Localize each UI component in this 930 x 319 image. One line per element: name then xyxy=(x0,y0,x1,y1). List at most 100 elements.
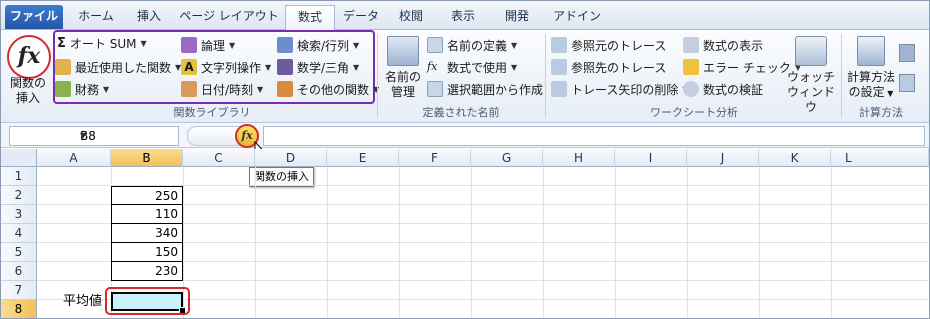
function-library-group-label: 関数ライブラリ xyxy=(173,106,251,119)
column-header[interactable]: G xyxy=(471,149,543,167)
chevron-down-icon: ▼ xyxy=(265,62,272,72)
more-functions-button[interactable]: その他の関数▼ xyxy=(277,79,379,99)
datetime-button[interactable]: 日付/時刻 ▼ xyxy=(181,79,263,99)
warning-icon xyxy=(683,59,699,75)
row-header[interactable]: 6 xyxy=(1,262,37,281)
row-header[interactable]: 7 xyxy=(1,281,37,300)
gridline xyxy=(831,167,832,318)
grid-icon xyxy=(427,81,443,97)
ribbon-tab-bar: ファイル ホーム 挿入 ページ レイアウト 数式 データ 校閲 表示 開発 アド… xyxy=(1,1,929,31)
insert-function-label: 関数の 挿入 xyxy=(9,76,46,105)
trace-precedents-icon xyxy=(551,37,567,53)
column-header[interactable]: F xyxy=(399,149,471,167)
column-header[interactable]: B xyxy=(111,149,183,167)
logical-button[interactable]: 論理 ▼ xyxy=(181,35,235,55)
chevron-down-icon: ▼ xyxy=(140,38,147,48)
chevron-down-icon[interactable]: ▼ xyxy=(80,127,174,145)
chevron-down-icon: ▼ xyxy=(229,40,236,50)
insert-function-button[interactable]: fx xyxy=(7,35,51,79)
formula-auditing-group-label: ワークシート分析 xyxy=(650,106,738,119)
remove-arrows-button[interactable]: トレース矢印の削除▼ xyxy=(551,79,689,99)
column-header[interactable]: H xyxy=(543,149,615,167)
trace-precedents-button[interactable]: 参照元のトレース xyxy=(551,35,666,55)
cell-b2[interactable]: 250 xyxy=(111,186,183,205)
text-a-icon: A xyxy=(181,59,197,75)
row-header[interactable]: 4 xyxy=(1,224,37,243)
tab-addins[interactable]: アドイン xyxy=(545,5,609,29)
column-header[interactable]: C xyxy=(183,149,255,167)
financial-button[interactable]: 財務 ▼ xyxy=(55,79,109,99)
tag-icon xyxy=(427,37,443,53)
tab-formulas[interactable]: 数式 xyxy=(285,5,335,31)
calculator-icon xyxy=(857,36,885,66)
chevron-down-icon: ▼ xyxy=(103,84,110,94)
evaluate-icon xyxy=(683,81,699,97)
select-all-button[interactable] xyxy=(1,149,37,167)
math-book-icon xyxy=(277,59,293,75)
defined-names-group-label: 定義された名前 xyxy=(422,106,500,119)
group-separator xyxy=(377,34,378,118)
row-header[interactable]: 5 xyxy=(1,243,37,262)
define-name-button[interactable]: 名前の定義 ▼ xyxy=(427,35,517,55)
lookup-reference-button[interactable]: 検索/行列 ▼ xyxy=(277,35,359,55)
tab-view[interactable]: 表示 xyxy=(439,5,487,29)
chevron-down-icon: ▼ xyxy=(511,40,518,50)
more-book-icon xyxy=(277,81,293,97)
name-manager-button[interactable]: 名前の 管理 xyxy=(381,70,425,100)
evaluate-formula-button[interactable]: 数式の検証 xyxy=(683,79,763,99)
column-header[interactable]: L xyxy=(831,149,929,167)
gridline xyxy=(327,167,328,318)
tab-developer[interactable]: 開発 xyxy=(493,5,541,29)
gridline xyxy=(759,167,760,318)
formula-input[interactable] xyxy=(263,126,925,146)
create-from-selection-button[interactable]: 選択範囲から作成 xyxy=(427,79,543,99)
text-functions-button[interactable]: A 文字列操作 ▼ xyxy=(181,57,271,77)
recent-functions-button[interactable]: 最近使用した関数 ▼ xyxy=(55,57,181,77)
calculation-options-button[interactable]: 計算方法 の設定 ▼ xyxy=(843,70,899,101)
logical-book-icon xyxy=(181,37,197,53)
column-header[interactable]: E xyxy=(327,149,399,167)
remove-arrows-icon xyxy=(551,81,567,97)
calculate-sheet-icon[interactable] xyxy=(899,74,915,92)
cell-b3[interactable]: 110 xyxy=(111,205,183,224)
calculate-now-icon[interactable] xyxy=(899,44,915,62)
math-trig-button[interactable]: 数学/三角 ▼ xyxy=(277,57,359,77)
name-box[interactable]: B8 ▼ xyxy=(9,126,179,146)
tab-home[interactable]: ホーム xyxy=(67,5,125,29)
chevron-down-icon: ▼ xyxy=(511,62,518,72)
column-header[interactable]: A xyxy=(37,149,111,167)
tab-page-layout[interactable]: ページ レイアウト xyxy=(177,5,281,29)
highlight-box xyxy=(105,287,190,315)
spreadsheet-grid[interactable]: A B C D E F G H I J K L 1 2 3 4 5 6 7 8 xyxy=(1,149,929,318)
group-separator xyxy=(841,34,842,118)
chevron-down-icon: ▼ xyxy=(353,40,360,50)
row-header[interactable]: 1 xyxy=(1,167,37,186)
show-formulas-button[interactable]: 数式の表示 xyxy=(683,35,763,55)
column-header[interactable]: D xyxy=(255,149,327,167)
row-header[interactable]: 8 xyxy=(1,300,37,318)
tab-file[interactable]: ファイル xyxy=(5,5,63,29)
row-header[interactable]: 2 xyxy=(1,186,37,205)
cell-b5[interactable]: 150 xyxy=(111,243,183,262)
column-header[interactable]: J xyxy=(687,149,759,167)
column-header[interactable]: K xyxy=(759,149,831,167)
tab-insert[interactable]: 挿入 xyxy=(125,5,173,29)
autosum-button[interactable]: Σ オート SUM ▼ xyxy=(57,33,147,53)
trace-dependents-button[interactable]: 参照先のトレース xyxy=(551,57,666,77)
error-checking-button[interactable]: エラー チェック ▼ xyxy=(683,57,801,77)
gridline xyxy=(543,167,544,318)
group-separator xyxy=(545,34,546,118)
tab-review[interactable]: 校閲 xyxy=(387,5,435,29)
column-header[interactable]: I xyxy=(615,149,687,167)
watch-window-icon xyxy=(795,36,827,66)
cell-a8[interactable]: 平均値 xyxy=(63,292,102,311)
calculation-group-label: 計算方法 xyxy=(859,106,903,119)
excel-window: ファイル ホーム 挿入 ページ レイアウト 数式 データ 校閲 表示 開発 アド… xyxy=(0,0,930,319)
cell-b4[interactable]: 340 xyxy=(111,224,183,243)
use-in-formula-button[interactable]: fx 数式で使用 ▼ xyxy=(427,57,517,77)
cell-b6[interactable]: 230 xyxy=(111,262,183,281)
row-header[interactable]: 3 xyxy=(1,205,37,224)
gridline xyxy=(255,167,256,318)
lookup-book-icon xyxy=(277,37,293,53)
tab-data[interactable]: データ xyxy=(337,5,385,29)
